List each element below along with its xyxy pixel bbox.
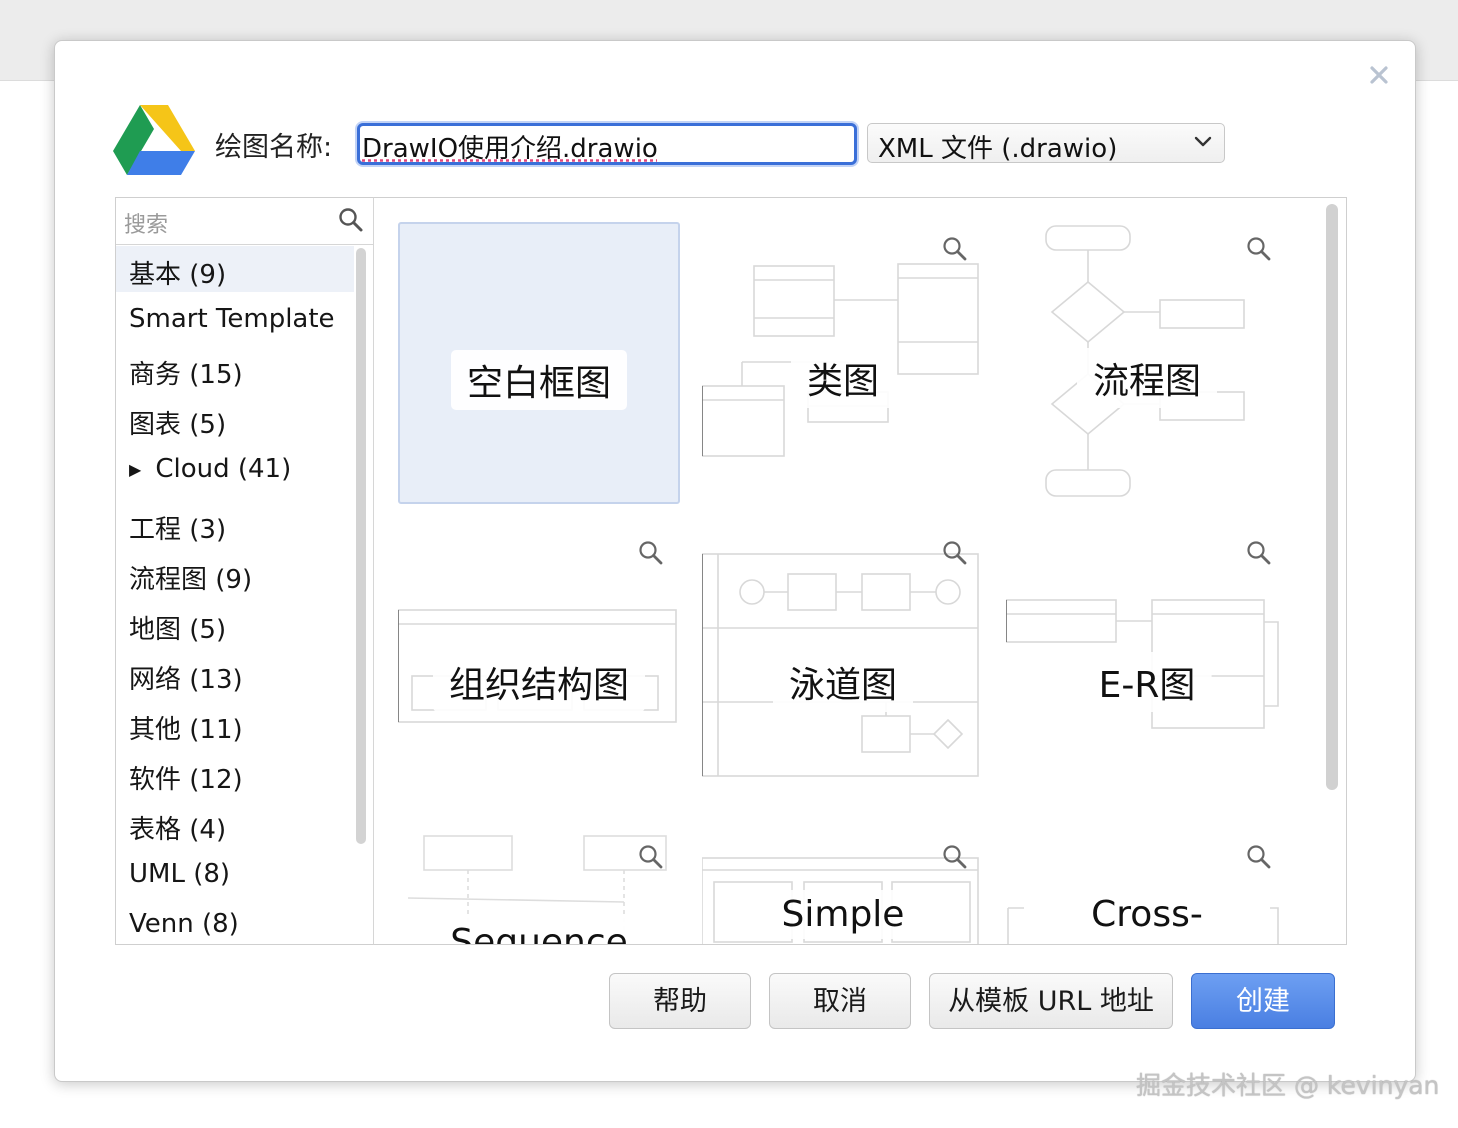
template-org-chart[interactable]: 组织结构图 <box>398 526 680 808</box>
preview-zoom-icon[interactable] <box>942 236 968 262</box>
category-item-cloud[interactable]: ▶ Cloud (41) <box>116 446 354 492</box>
sidebar-scrollbar[interactable] <box>356 248 366 844</box>
category-item-venn[interactable]: Venn (8) <box>116 901 354 944</box>
from-template-url-button[interactable]: 从模板 URL 地址 <box>929 973 1173 1029</box>
template-grid: 空白框图 类图 流程图 组织结构图 泳道图 E-R图 Sequence Simp… <box>373 197 1347 945</box>
template-label: Sequence <box>434 918 644 944</box>
preview-zoom-icon[interactable] <box>638 844 664 870</box>
category-item-uml[interactable]: UML (8) <box>116 851 354 897</box>
category-item-smart-template[interactable]: Smart Template <box>116 296 354 342</box>
template-label: 类图 <box>790 348 896 408</box>
preview-zoom-icon[interactable] <box>942 844 968 870</box>
category-item-network[interactable]: 网络 (13) <box>116 651 354 697</box>
file-format-select[interactable]: XML 文件 (.drawio) <box>867 123 1225 164</box>
template-label: 流程图 <box>1076 348 1218 408</box>
template-search-input[interactable]: 搜索 <box>116 198 374 245</box>
search-icon[interactable] <box>338 207 364 233</box>
expand-triangle-icon[interactable]: ▶ <box>129 460 141 479</box>
template-label: 泳道图 <box>772 652 914 712</box>
template-label: Cross- <box>1075 890 1219 939</box>
preview-zoom-icon[interactable] <box>942 540 968 566</box>
template-flowchart[interactable]: 流程图 <box>1006 222 1288 504</box>
template-scrollbar[interactable] <box>1326 204 1338 790</box>
diagram-name-label: 绘图名称: <box>215 132 333 163</box>
chevron-down-icon <box>1194 136 1212 147</box>
template-cross-functional[interactable]: Cross- <box>1006 830 1288 944</box>
template-simple[interactable]: Simple <box>702 830 984 944</box>
template-label: 组织结构图 <box>432 652 646 712</box>
category-sidebar: 搜索 基本 (9) Smart Template 商务 (15) 图表 (5) … <box>115 197 375 945</box>
category-item-software[interactable]: 软件 (12) <box>116 751 354 797</box>
diagram-name-input[interactable]: DrawIO使用介绍.drawio <box>357 123 857 165</box>
search-placeholder: 搜索 <box>124 213 169 238</box>
template-blank[interactable]: 空白框图 <box>398 222 680 504</box>
template-er-diagram[interactable]: E-R图 <box>1006 526 1288 808</box>
template-class-diagram[interactable]: 类图 <box>702 222 984 504</box>
category-item-flowchart[interactable]: 流程图 (9) <box>116 551 354 597</box>
template-label: E-R图 <box>1082 652 1212 712</box>
create-button[interactable]: 创建 <box>1191 973 1335 1029</box>
watermark: 掘金技术社区 @ kevinyan <box>1136 1071 1440 1100</box>
category-item-charts[interactable]: 图表 (5) <box>116 396 354 442</box>
category-item-basic[interactable]: 基本 (9) <box>116 246 354 292</box>
category-item-business[interactable]: 商务 (15) <box>116 346 354 392</box>
google-drive-icon <box>113 105 195 175</box>
template-sequence[interactable]: Sequence <box>398 830 680 944</box>
category-item-other[interactable]: 其他 (11) <box>116 701 354 747</box>
template-label: 空白框图 <box>450 350 628 410</box>
close-icon[interactable] <box>1367 63 1391 87</box>
template-swimlane[interactable]: 泳道图 <box>702 526 984 808</box>
category-item-engineering[interactable]: 工程 (3) <box>116 501 354 547</box>
new-diagram-dialog: 绘图名称: DrawIO使用介绍.drawio XML 文件 (.drawio)… <box>54 40 1416 1082</box>
category-item-maps[interactable]: 地图 (5) <box>116 601 354 647</box>
category-item-tables[interactable]: 表格 (4) <box>116 801 354 847</box>
template-label: Simple <box>765 890 921 939</box>
diagram-name-value: DrawIO使用介绍.drawio <box>362 134 658 164</box>
cancel-button[interactable]: 取消 <box>769 973 911 1029</box>
preview-zoom-icon[interactable] <box>1246 844 1272 870</box>
preview-zoom-icon[interactable] <box>1246 540 1272 566</box>
preview-zoom-icon[interactable] <box>638 540 664 566</box>
file-format-value: XML 文件 (.drawio) <box>878 134 1118 164</box>
preview-zoom-icon[interactable] <box>1246 236 1272 262</box>
help-button[interactable]: 帮助 <box>609 973 751 1029</box>
